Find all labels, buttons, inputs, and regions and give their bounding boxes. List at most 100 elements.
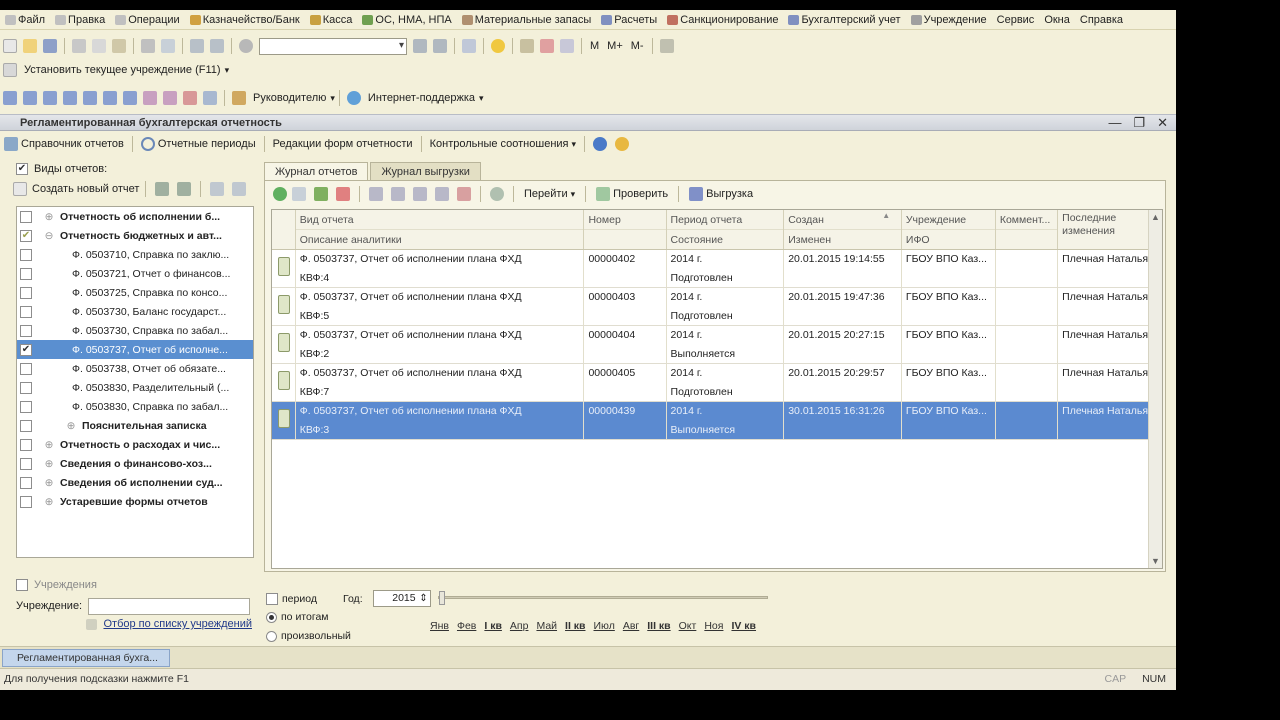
scroll-down-icon[interactable]: ▼ [1151, 556, 1160, 566]
grid-column-header[interactable]: Создан Изменен ▲ [784, 210, 902, 249]
tree-item[interactable]: ✔ Ф. 0503737, Отчет об исполне... [17, 340, 253, 359]
grid-column-header[interactable]: Период отчета Состояние [666, 210, 785, 249]
tree-item[interactable]: ⊕ Сведения о финансово-хоз... [17, 454, 253, 473]
restore-button[interactable]: ❐ [1133, 115, 1145, 131]
menu-item[interactable]: Справка [1075, 14, 1128, 26]
month-link[interactable]: Май [536, 620, 557, 632]
table-row[interactable]: Ф. 0503737, Отчет об исполнении плана ФХ… [272, 326, 1162, 364]
tree-item[interactable]: Ф. 0503730, Баланс государст... [17, 302, 253, 321]
month-link[interactable]: I кв [484, 620, 502, 632]
control-ratios-button[interactable]: Контрольные соотношения ▾ [426, 138, 580, 150]
tab-upload-journal[interactable]: Журнал выгрузки [370, 162, 481, 180]
month-link[interactable]: Авг [623, 620, 639, 632]
tree-item-checkbox[interactable] [20, 267, 32, 280]
memory-minus-button[interactable]: M- [631, 40, 644, 52]
manager-button[interactable]: Руководителю [253, 92, 326, 104]
month-link[interactable]: III кв [647, 620, 670, 632]
vertical-scrollbar[interactable]: ▲ ▼ [1148, 210, 1162, 568]
expand-toggle-icon[interactable]: ⊕ [44, 458, 54, 470]
tree-item-checkbox[interactable] [20, 400, 32, 413]
table-row[interactable]: Ф. 0503737, Отчет об исполнении плана ФХ… [272, 364, 1162, 402]
month-link[interactable]: Фев [457, 620, 476, 632]
paste-icon[interactable] [112, 39, 126, 53]
grid-column-header[interactable]: Вид отчета Описание аналитики [295, 210, 585, 249]
tree-item-checkbox[interactable] [20, 419, 32, 432]
help-icon[interactable] [615, 137, 630, 151]
institutions-checkbox[interactable] [16, 579, 28, 591]
check-button[interactable]: Проверить [592, 187, 672, 201]
undo-icon[interactable] [190, 39, 204, 53]
search-input[interactable] [259, 37, 407, 55]
expand-toggle-icon[interactable]: ⊕ [44, 439, 54, 451]
report-icon[interactable] [103, 91, 117, 105]
filter-icon[interactable] [391, 187, 405, 201]
chevron-down-icon[interactable]: ▾ [330, 93, 335, 104]
menu-item[interactable]: ОС, НМА, НПА [357, 14, 456, 26]
grid-column-header[interactable]: Номер [584, 210, 667, 249]
menu-item[interactable]: Учреждение [906, 14, 992, 26]
menu-item[interactable]: Бухгалтерский учет [783, 14, 905, 26]
menu-item[interactable]: Правка [50, 14, 110, 26]
find-next-icon[interactable] [413, 39, 427, 53]
tree-item[interactable]: Ф. 0503830, Разделительный (... [17, 378, 253, 397]
menu-item[interactable]: Окна [1039, 14, 1075, 26]
grid-column-header[interactable]: Учреждение ИФО [901, 210, 996, 249]
report-icon[interactable] [203, 91, 217, 105]
report-icon[interactable] [3, 91, 17, 105]
taskbar-item-reports[interactable]: Регламентированная бухга... [2, 649, 170, 667]
menu-item[interactable]: Файл [0, 14, 50, 26]
clear-filter-icon[interactable] [457, 187, 471, 201]
reload-icon[interactable] [490, 187, 504, 201]
chevron-down-icon[interactable]: ▾ [225, 65, 230, 76]
calculator-icon[interactable] [520, 39, 534, 53]
month-link[interactable]: II кв [565, 620, 585, 632]
report-icon[interactable] [43, 91, 57, 105]
tab-reports-journal[interactable]: Журнал отчетов [264, 162, 369, 180]
tree-item[interactable]: ⊕ Отчетность об исполнении б... [17, 207, 253, 226]
month-link[interactable]: IV кв [731, 620, 756, 632]
menu-item[interactable]: Операции [110, 14, 184, 26]
tree-item-checkbox[interactable] [20, 476, 32, 489]
expand-toggle-icon[interactable]: ⊕ [44, 496, 54, 508]
report-icon[interactable] [163, 91, 177, 105]
month-link[interactable]: Ноя [704, 620, 723, 632]
month-link[interactable]: Июл [594, 620, 615, 632]
tree-item-checkbox[interactable] [20, 495, 32, 508]
calendar-icon[interactable] [540, 39, 554, 53]
open-folder-icon[interactable] [23, 39, 37, 53]
memory-plus-button[interactable]: M+ [607, 40, 623, 52]
reports-directory-button[interactable]: Справочник отчетов [0, 137, 128, 151]
info-icon[interactable] [593, 137, 608, 151]
table-row[interactable]: Ф. 0503737, Отчет об исполнении плана ФХ… [272, 250, 1162, 288]
save-icon[interactable] [43, 39, 57, 53]
tree-item-checkbox[interactable] [20, 381, 32, 394]
search-icon[interactable] [239, 39, 253, 53]
tree-item[interactable]: Ф. 0503730, Справка по забал... [17, 321, 253, 340]
menu-item[interactable]: Расчеты [596, 14, 662, 26]
form-editions-button[interactable]: Редакции форм отчетности [269, 138, 417, 150]
institution-field[interactable] [88, 597, 251, 615]
month-link[interactable]: Окт [679, 620, 697, 632]
period-slider[interactable] [438, 591, 768, 605]
report-icon[interactable] [183, 91, 197, 105]
copy-icon[interactable] [92, 39, 106, 53]
memory-m-button[interactable]: M [590, 40, 599, 52]
refresh-icon[interactable] [369, 187, 383, 201]
filter-list-icon[interactable] [435, 187, 449, 201]
group-add-icon[interactable] [177, 182, 192, 196]
tree-item[interactable]: Ф. 0503725, Справка по консо... [17, 283, 253, 302]
tree-item-checkbox[interactable] [20, 210, 32, 223]
tree-item[interactable]: ✔ ⊖ Отчетность бюджетных и авт... [17, 226, 253, 245]
report-icon[interactable] [63, 91, 77, 105]
tree-item[interactable]: Ф. 0503830, Справка по забал... [17, 397, 253, 416]
period-checkbox[interactable] [266, 592, 278, 605]
copy-icon[interactable] [292, 187, 306, 201]
clipboard-icon[interactable] [560, 39, 574, 53]
expand-toggle-icon[interactable]: ⊕ [66, 420, 76, 432]
menu-item[interactable]: Касса [305, 14, 358, 26]
window-icon[interactable] [462, 39, 476, 53]
close-button[interactable]: ✕ [1157, 115, 1168, 131]
report-periods-button[interactable]: Отчетные периоды [137, 137, 260, 151]
expand-toggle-icon[interactable]: ⊕ [44, 211, 54, 223]
report-types-checkbox[interactable]: ✔ [16, 163, 28, 175]
